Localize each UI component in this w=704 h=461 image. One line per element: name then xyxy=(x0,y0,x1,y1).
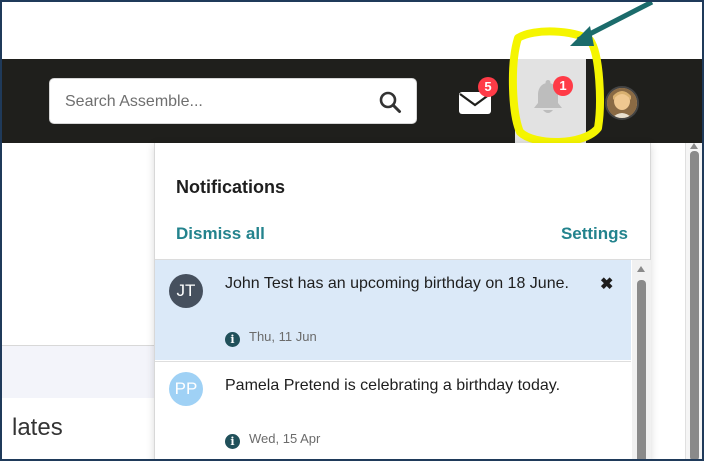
notification-count-badge: 1 xyxy=(553,76,573,96)
info-icon: i xyxy=(225,332,240,347)
scroll-up-arrow-icon[interactable] xyxy=(690,143,698,149)
notification-item[interactable]: PP Pamela Pretend is celebrating a birth… xyxy=(155,361,631,459)
page-section xyxy=(2,346,154,398)
panel-scrollbar-thumb[interactable] xyxy=(637,280,646,459)
page-scrollbar-thumb[interactable] xyxy=(690,151,699,459)
notifications-panel: Notifications Dismiss all Settings JT Jo… xyxy=(154,143,651,459)
user-photo-icon xyxy=(607,88,637,118)
page-scrollbar[interactable] xyxy=(685,143,702,459)
page-partial-heading: lates xyxy=(12,414,63,441)
notification-meta: i Wed, 15 Apr xyxy=(225,431,320,449)
search-box[interactable]: Search Assemble... xyxy=(49,78,417,124)
app-frame: Search Assemble... 5 1 lates Notificatio… xyxy=(0,0,704,461)
search-icon[interactable] xyxy=(378,90,402,114)
notification-date: Thu, 11 Jun xyxy=(249,329,317,344)
notification-item[interactable]: JT John Test has an upcoming birthday on… xyxy=(155,260,631,360)
scroll-up-arrow-icon[interactable] xyxy=(637,266,645,272)
notification-date: Wed, 15 Apr xyxy=(249,431,321,446)
info-icon: i xyxy=(225,434,240,449)
dismiss-all-link[interactable]: Dismiss all xyxy=(176,224,265,244)
panel-title: Notifications xyxy=(176,177,286,197)
notification-avatar: PP xyxy=(169,372,203,406)
mail-count-badge: 5 xyxy=(478,77,498,97)
search-input[interactable]: Search Assemble... xyxy=(65,93,203,111)
notification-avatar: JT xyxy=(169,274,203,308)
notification-meta: i Thu, 11 Jun xyxy=(225,329,317,347)
notification-text: John Test has an upcoming birthday on 18… xyxy=(225,275,569,292)
panel-scrollbar[interactable] xyxy=(632,260,651,459)
user-avatar[interactable] xyxy=(605,86,639,120)
settings-link[interactable]: Settings xyxy=(561,224,628,244)
notifications-button[interactable] xyxy=(515,59,586,143)
close-icon[interactable]: ✖ xyxy=(600,274,613,294)
notification-text: Pamela Pretend is celebrating a birthday… xyxy=(225,377,561,394)
arrow-annotation xyxy=(570,2,654,46)
